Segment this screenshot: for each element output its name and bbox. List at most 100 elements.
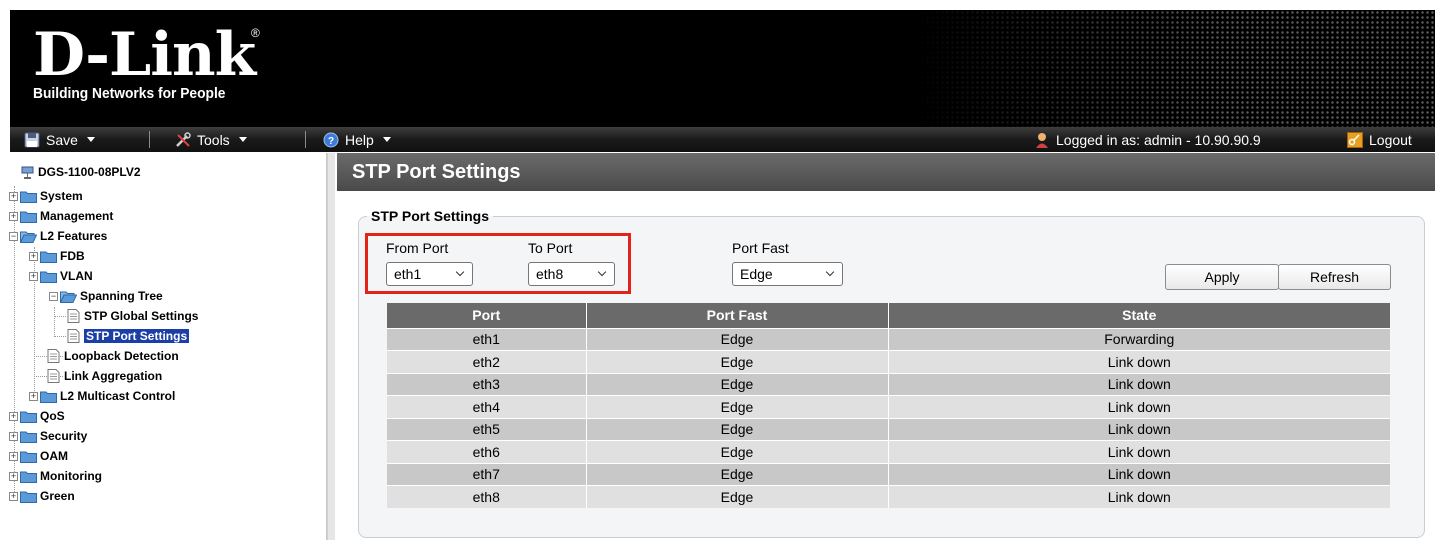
chevron-down-icon xyxy=(455,267,465,277)
app-header: D-Link ® Building Networks for People xyxy=(10,10,1435,127)
folder-icon xyxy=(20,190,37,203)
state-cell: Link down xyxy=(888,440,1390,463)
port-cell: eth8 xyxy=(387,485,587,508)
collapse-icon[interactable]: − xyxy=(49,291,58,301)
table-row: eth7 Edge Link down xyxy=(387,462,1390,486)
expand-icon[interactable]: + xyxy=(9,411,18,421)
page-icon xyxy=(47,349,60,363)
logged-in-text: Logged in as: admin - 10.90.90.9 xyxy=(1056,131,1261,148)
help-menu[interactable]: ? Help xyxy=(322,127,391,152)
expand-icon[interactable]: + xyxy=(9,451,18,461)
port-cell: eth6 xyxy=(387,440,587,463)
tree-item-security[interactable]: + Security xyxy=(9,427,87,445)
menubar: Save Tools ? Help Logged in as: admin - … xyxy=(10,127,1435,152)
refresh-button[interactable]: Refresh xyxy=(1278,264,1391,290)
logout-label: Logout xyxy=(1369,131,1412,148)
folder-icon xyxy=(20,490,37,503)
tree-item-monitoring[interactable]: + Monitoring xyxy=(9,467,102,485)
tree-connector xyxy=(54,307,55,337)
tree-item-link-aggregation[interactable]: Link Aggregation xyxy=(47,367,162,385)
tree-item-label: System xyxy=(40,189,83,203)
tree-connector xyxy=(54,336,66,337)
expand-icon[interactable]: + xyxy=(29,251,38,261)
expand-icon[interactable]: + xyxy=(29,271,38,281)
logged-in-status: Logged in as: admin - 10.90.90.9 xyxy=(1033,127,1261,152)
port-fast-cell: Edge xyxy=(586,462,889,486)
tree-item-vlan[interactable]: + VLAN xyxy=(29,267,93,285)
from-port-select[interactable]: eth1 xyxy=(386,262,473,286)
expand-icon[interactable]: + xyxy=(9,491,18,501)
tree-item-l2-features[interactable]: − L2 Features xyxy=(9,227,107,245)
tree-item-stp-global-settings[interactable]: STP Global Settings xyxy=(67,307,198,325)
tree-item-loopback-detection[interactable]: Loopback Detection xyxy=(47,347,179,365)
tree-connector xyxy=(54,316,66,317)
expand-icon[interactable]: + xyxy=(29,391,38,401)
port-cell: eth4 xyxy=(387,395,587,418)
page-title-bar: STP Port Settings xyxy=(337,153,1435,191)
folder-open-icon xyxy=(59,290,78,303)
folder-open-icon xyxy=(19,230,38,243)
port-fast-label: Port Fast xyxy=(732,240,789,256)
tree-item-management[interactable]: + Management xyxy=(9,207,113,225)
header-dot-pattern xyxy=(915,10,1435,127)
chevron-down-icon xyxy=(597,267,607,277)
collapse-icon[interactable]: − xyxy=(9,231,18,241)
tree-item-system[interactable]: + System xyxy=(9,187,83,205)
page-icon xyxy=(47,369,60,383)
column-header-port[interactable]: Port xyxy=(387,303,587,328)
folder-icon xyxy=(20,210,37,223)
apply-button[interactable]: Apply xyxy=(1165,264,1279,290)
page-icon xyxy=(67,309,80,323)
column-header-port-fast[interactable]: Port Fast xyxy=(586,303,889,328)
tree-item-label: Loopback Detection xyxy=(64,349,179,363)
port-fast-cell: Edge xyxy=(586,485,889,508)
table-row: eth2 Edge Link down xyxy=(387,350,1390,373)
folder-icon xyxy=(40,250,57,263)
state-cell: Link down xyxy=(888,350,1390,373)
column-header-state[interactable]: State xyxy=(888,303,1390,328)
port-fast-cell: Edge xyxy=(586,417,889,441)
chevron-down-icon xyxy=(238,137,247,142)
expand-icon[interactable]: + xyxy=(9,471,18,481)
tools-menu[interactable]: Tools xyxy=(174,127,247,152)
expand-icon[interactable]: + xyxy=(9,211,18,221)
save-menu-label: Save xyxy=(46,131,78,148)
table-header-row: Port Port Fast State xyxy=(387,303,1390,328)
panel-splitter[interactable] xyxy=(327,153,335,540)
expand-icon[interactable]: + xyxy=(9,431,18,441)
state-cell: Link down xyxy=(888,462,1390,486)
chevron-down-icon xyxy=(86,137,95,142)
table-row: eth1 Edge Forwarding xyxy=(387,327,1390,351)
from-port-value: eth1 xyxy=(394,266,422,282)
tree-item-stp-port-settings[interactable]: STP Port Settings xyxy=(67,327,190,345)
folder-icon xyxy=(20,430,37,443)
tree-item-label: STP Global Settings xyxy=(84,309,199,323)
tree-item-fdb[interactable]: + FDB xyxy=(29,247,85,265)
to-port-label: To Port xyxy=(528,240,573,256)
logo-wordmark: D-Link xyxy=(33,20,256,90)
tree-item-label: Security xyxy=(40,429,88,443)
from-port-label: From Port xyxy=(386,240,449,256)
port-fast-select[interactable]: Edge xyxy=(732,262,843,286)
port-fast-value: Edge xyxy=(740,266,773,282)
folder-icon xyxy=(20,410,37,423)
tree-item-green[interactable]: + Green xyxy=(9,487,75,505)
save-menu[interactable]: Save xyxy=(23,127,95,152)
expand-icon[interactable]: + xyxy=(9,191,18,201)
port-fast-cell: Edge xyxy=(586,440,889,463)
tree-item-label: Monitoring xyxy=(40,469,102,483)
port-fast-cell: Edge xyxy=(586,350,889,373)
table-row: eth5 Edge Link down xyxy=(387,417,1390,441)
tree-item-oam[interactable]: + OAM xyxy=(9,447,68,465)
tree-root-device[interactable]: DGS-1100-08PLV2 xyxy=(21,163,141,181)
logout-button[interactable]: Logout xyxy=(1346,127,1412,152)
state-cell: Link down xyxy=(888,395,1390,418)
tree-item-spanning-tree[interactable]: − Spanning Tree xyxy=(49,287,163,305)
switch-icon xyxy=(21,165,34,179)
tree-item-label-selected: STP Port Settings xyxy=(84,329,190,343)
tree-item-l2-multicast-control[interactable]: + L2 Multicast Control xyxy=(29,387,175,405)
to-port-select[interactable]: eth8 xyxy=(528,262,615,286)
tree-item-qos[interactable]: + QoS xyxy=(9,407,65,425)
port-cell: eth3 xyxy=(387,372,587,396)
state-cell: Link down xyxy=(888,372,1390,396)
